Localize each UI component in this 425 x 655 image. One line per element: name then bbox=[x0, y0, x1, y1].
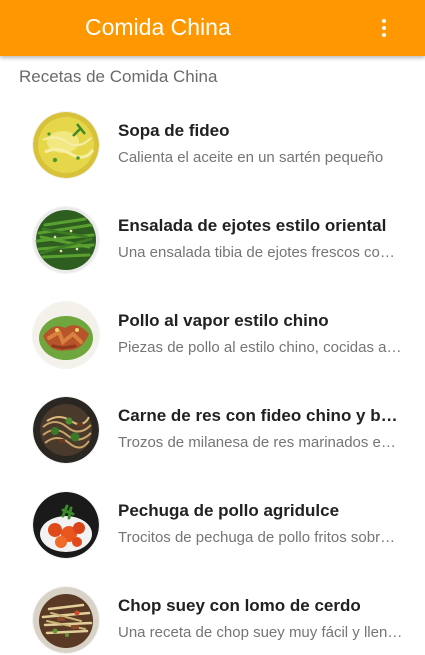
chop-suey-icon bbox=[33, 587, 99, 653]
section-header: Recetas de Comida China bbox=[19, 67, 218, 86]
app-title: Comida China bbox=[85, 14, 231, 40]
app-bar: Comida China bbox=[0, 0, 425, 56]
recipe-title: Pechuga de pollo agridulce bbox=[118, 501, 340, 520]
recipe-title: Carne de res con fideo chino y brócoli bbox=[118, 406, 403, 425]
noodle-soup-icon bbox=[33, 112, 99, 178]
recipe-description: Una receta de chop suey muy fácil y llen… bbox=[118, 624, 403, 641]
more-vert-dot bbox=[382, 19, 386, 23]
recipe-title: Pollo al vapor estilo chino bbox=[118, 311, 329, 330]
more-vert-dot bbox=[382, 33, 386, 37]
recipe-list: Sopa de fideo Calienta el aceite en un s… bbox=[0, 96, 425, 655]
recipe-item-pollo-al-vapor[interactable]: Pollo al vapor estilo chino Piezas de po… bbox=[0, 286, 425, 381]
recipe-title: Chop suey con lomo de cerdo bbox=[118, 596, 361, 615]
green-bean-salad-icon bbox=[33, 207, 99, 273]
recipe-description: Calienta el aceite en un sartén pequeño bbox=[118, 149, 384, 166]
recipe-item-carne-de-res[interactable]: Carne de res con fideo chino y brócoli T… bbox=[0, 381, 425, 476]
sweet-sour-chicken-icon bbox=[33, 492, 99, 558]
recipe-description: Piezas de pollo al estilo chino, cocidas… bbox=[118, 339, 403, 356]
recipe-description: Una ensalada tibia de ejotes frescos con… bbox=[118, 244, 403, 261]
recipe-description: Trozos de milanesa de res marinados en s… bbox=[118, 434, 403, 451]
app-screen: Comida China Recetas de Comida China Sop… bbox=[0, 0, 425, 655]
recipe-item-ensalada-de-ejotes[interactable]: Ensalada de ejotes estilo oriental Una e… bbox=[0, 191, 425, 286]
recipe-item-pechuga-agridulce[interactable]: Pechuga de pollo agridulce Trocitos de p… bbox=[0, 476, 425, 571]
more-vert-icon[interactable] bbox=[373, 17, 395, 39]
steamed-chicken-icon bbox=[33, 302, 99, 368]
recipe-title: Ensalada de ejotes estilo oriental bbox=[118, 216, 387, 235]
recipe-item-chop-suey[interactable]: Chop suey con lomo de cerdo Una receta d… bbox=[0, 571, 425, 655]
more-vert-dot bbox=[382, 26, 386, 30]
recipe-item-sopa-de-fideo[interactable]: Sopa de fideo Calienta el aceite en un s… bbox=[0, 96, 425, 191]
beef-noodles-icon bbox=[33, 397, 99, 463]
recipe-title: Sopa de fideo bbox=[118, 121, 230, 140]
recipe-description: Trocitos de pechuga de pollo fritos sobr… bbox=[118, 529, 403, 546]
